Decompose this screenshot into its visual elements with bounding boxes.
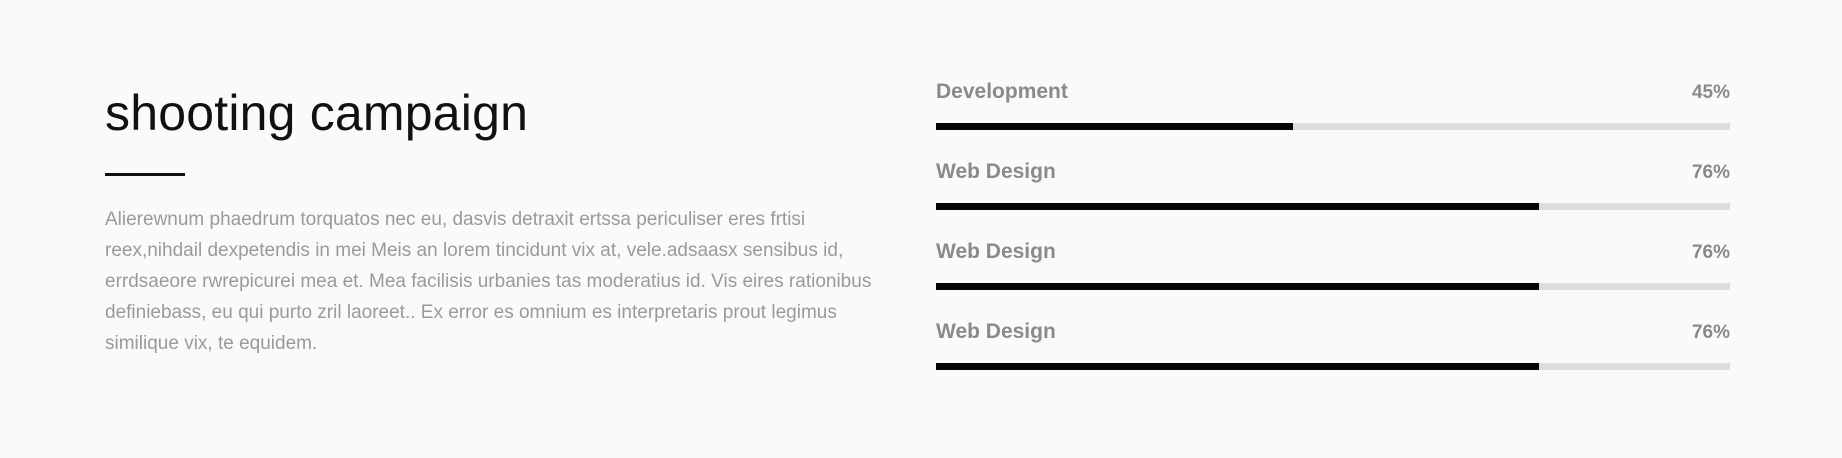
skill-label: Web Design [936, 160, 1056, 183]
skill-label: Web Design [936, 320, 1056, 343]
intro-section: shooting campaign Alierewnum phaedrum to… [105, 82, 885, 359]
skill-progress-fill [936, 363, 1540, 370]
skill-item: Web Design 76% [936, 160, 1730, 240]
skills-section: Development 45% Web Design 76% Web Desig… [936, 80, 1730, 400]
skill-progress-fill [936, 203, 1540, 210]
skill-item: Development 45% [936, 80, 1730, 160]
skill-progress-track [936, 363, 1730, 370]
skill-progress-track [936, 203, 1730, 210]
skill-label: Development [936, 80, 1068, 103]
skill-label: Web Design [936, 240, 1056, 263]
skill-item: Web Design 76% [936, 240, 1730, 320]
intro-paragraph: Alierewnum phaedrum torquatos nec eu, da… [105, 209, 872, 354]
skill-percentage: 76% [1691, 322, 1730, 343]
skill-percentage: 45% [1691, 82, 1730, 103]
skill-percentage: 76% [1691, 162, 1730, 183]
skill-progress-fill [936, 123, 1294, 130]
skill-progress-track [936, 123, 1730, 130]
skill-item: Web Design 76% [936, 320, 1730, 400]
skill-percentage: 76% [1691, 242, 1730, 263]
skill-progress-track [936, 283, 1730, 290]
skill-progress-fill [936, 283, 1540, 290]
title-divider [105, 173, 185, 176]
section-title: shooting campaign [105, 85, 529, 141]
